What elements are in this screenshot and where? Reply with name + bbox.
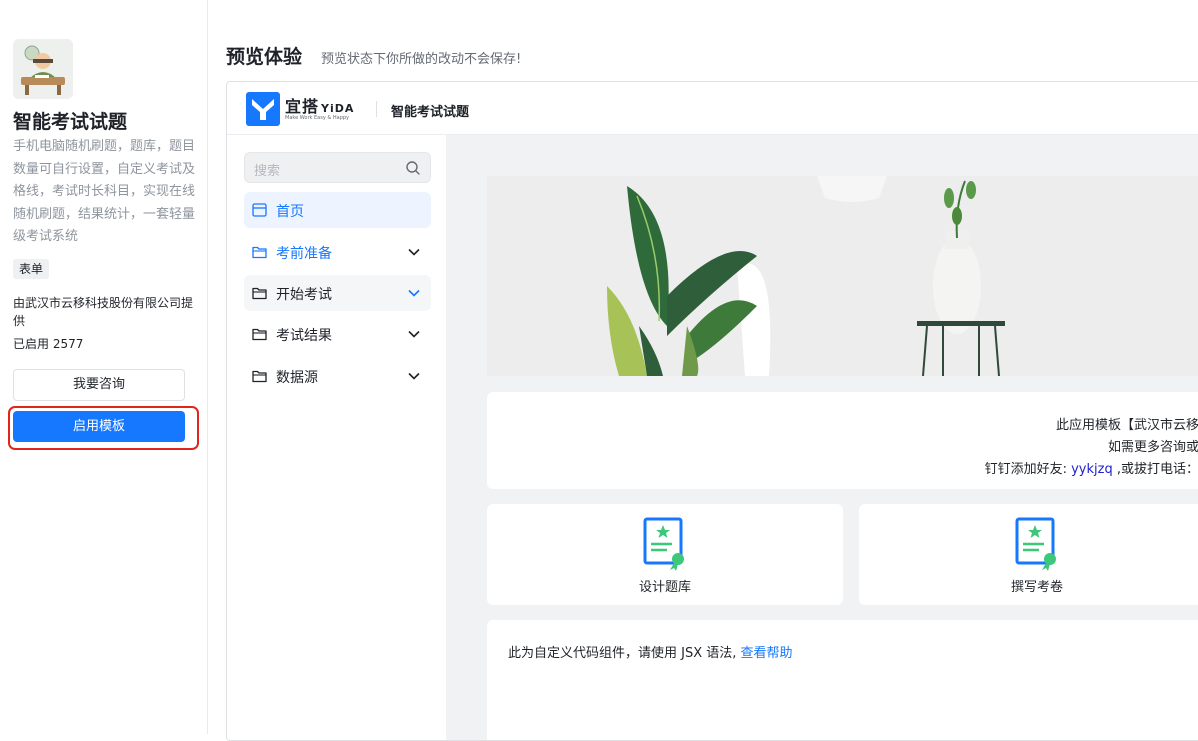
notice-line-2: 如需更多咨询或 <box>1107 440 1198 455</box>
preview-title: 预览体验 <box>226 46 303 68</box>
sidebar-item-label: 开始考试 <box>276 287 332 303</box>
folder-icon <box>252 287 267 300</box>
sidebar-item-start-exam[interactable]: 开始考试 <box>244 275 431 311</box>
notice-suffix: ,或拔打电话： <box>1116 462 1198 477</box>
sidebar-item-label: 首页 <box>276 204 304 220</box>
sidebar-item-prepare[interactable]: 考前准备 <box>244 234 431 270</box>
app-topbar: 宜搭 YiDA Make Work Easy & Happy 智能考试试题 <box>227 82 1198 135</box>
consult-button[interactable]: 我要咨询 <box>13 369 185 401</box>
usage-label: 已启用 <box>13 337 50 351</box>
search-placeholder: 搜索 <box>254 164 281 179</box>
chevron-down-icon[interactable] <box>407 286 421 300</box>
sidebar-item-label: 考前准备 <box>276 246 332 262</box>
chevron-down-icon[interactable] <box>407 327 421 341</box>
sidebar-item-results[interactable]: 考试结果 <box>244 316 431 352</box>
yida-logo-icon[interactable] <box>246 92 280 126</box>
sidebar-item-label: 数据源 <box>276 370 318 386</box>
topbar-divider <box>376 101 377 117</box>
chevron-down-icon[interactable] <box>407 245 421 259</box>
banner-image <box>487 176 1198 376</box>
custom-code-card: 此为自定义代码组件，请使用 JSX 语法, 查看帮助 <box>487 620 1198 740</box>
brand-name: 宜搭 YiDA <box>285 93 354 117</box>
brand-tagline: Make Work Easy & Happy <box>285 115 350 121</box>
certificate-icon <box>1015 517 1056 571</box>
app-sidebar: 搜索 首页 考前准备 开始考试 考试结果 数据源 <box>227 135 446 740</box>
usage-number: 2577 <box>52 337 84 351</box>
folder-icon <box>252 370 267 383</box>
design-question-bank-tile[interactable]: 设计题库 <box>487 504 843 605</box>
sidebar-item-home[interactable]: 首页 <box>244 192 431 228</box>
topbar-app-title: 智能考试试题 <box>391 105 470 120</box>
tile-label: 设计题库 <box>638 580 691 595</box>
use-template-button[interactable]: 启用模板 <box>13 411 185 442</box>
folder-icon <box>252 328 267 341</box>
page-icon <box>252 203 267 217</box>
search-icon[interactable] <box>405 160 421 176</box>
search-input[interactable]: 搜索 <box>244 152 431 183</box>
sidebar-item-datasource[interactable]: 数据源 <box>244 358 431 394</box>
code-hint-text: 此为自定义代码组件，请使用 JSX 语法, <box>508 646 737 661</box>
notice-prefix: 钉钉添加好友: <box>984 462 1067 477</box>
sidebar-item-label: 考试结果 <box>276 328 332 344</box>
write-exam-paper-tile[interactable]: 撰写考卷 <box>859 504 1198 605</box>
app-avatar-icon <box>13 39 73 99</box>
tile-label: 撰写考卷 <box>1010 580 1063 595</box>
folder-icon <box>252 246 267 259</box>
code-hint: 此为自定义代码组件，请使用 JSX 语法, 查看帮助 <box>508 642 793 661</box>
template-info-panel: 智能考试试题 手机电脑随机刷题，题库，题目数量可自行设置，自定义考试及格线，考试… <box>0 0 208 734</box>
category-tag: 表单 <box>13 259 50 279</box>
chevron-down-icon[interactable] <box>407 369 421 383</box>
brand-cn: 宜搭 <box>285 97 320 116</box>
notice-line-3: 钉钉添加好友: yykjzq ,或拔打电话： <box>985 458 1198 477</box>
app-description: 手机电脑随机刷题，题库，题目数量可自行设置，自定义考试及格线，考试时长科目，实现… <box>13 139 196 244</box>
preview-frame: 宜搭 YiDA Make Work Easy & Happy 智能考试试题 搜索 … <box>226 81 1198 741</box>
view-help-link[interactable]: 查看帮助 <box>741 646 793 661</box>
usage-count: 已启用 2577 <box>13 335 83 352</box>
app-title: 智能考试试题 <box>13 111 128 133</box>
main-content: 此应用模板【武汉市云移 如需更多咨询或 钉钉添加好友: yykjzq ,或拔打电… <box>446 135 1198 740</box>
preview-subtitle: 预览状态下你所做的改动不会保存! <box>321 52 522 67</box>
certificate-icon <box>643 517 684 571</box>
dingtalk-id-link[interactable]: yykjzq <box>1071 462 1113 477</box>
brand-en: YiDA <box>321 102 355 115</box>
provider-text: 由武汉市云移科技股份有限公司提供 <box>13 296 194 328</box>
notice-line-1: 此应用模板【武汉市云移 <box>1055 418 1198 433</box>
notice-card: 此应用模板【武汉市云移 如需更多咨询或 钉钉添加好友: yykjzq ,或拔打电… <box>487 392 1198 489</box>
